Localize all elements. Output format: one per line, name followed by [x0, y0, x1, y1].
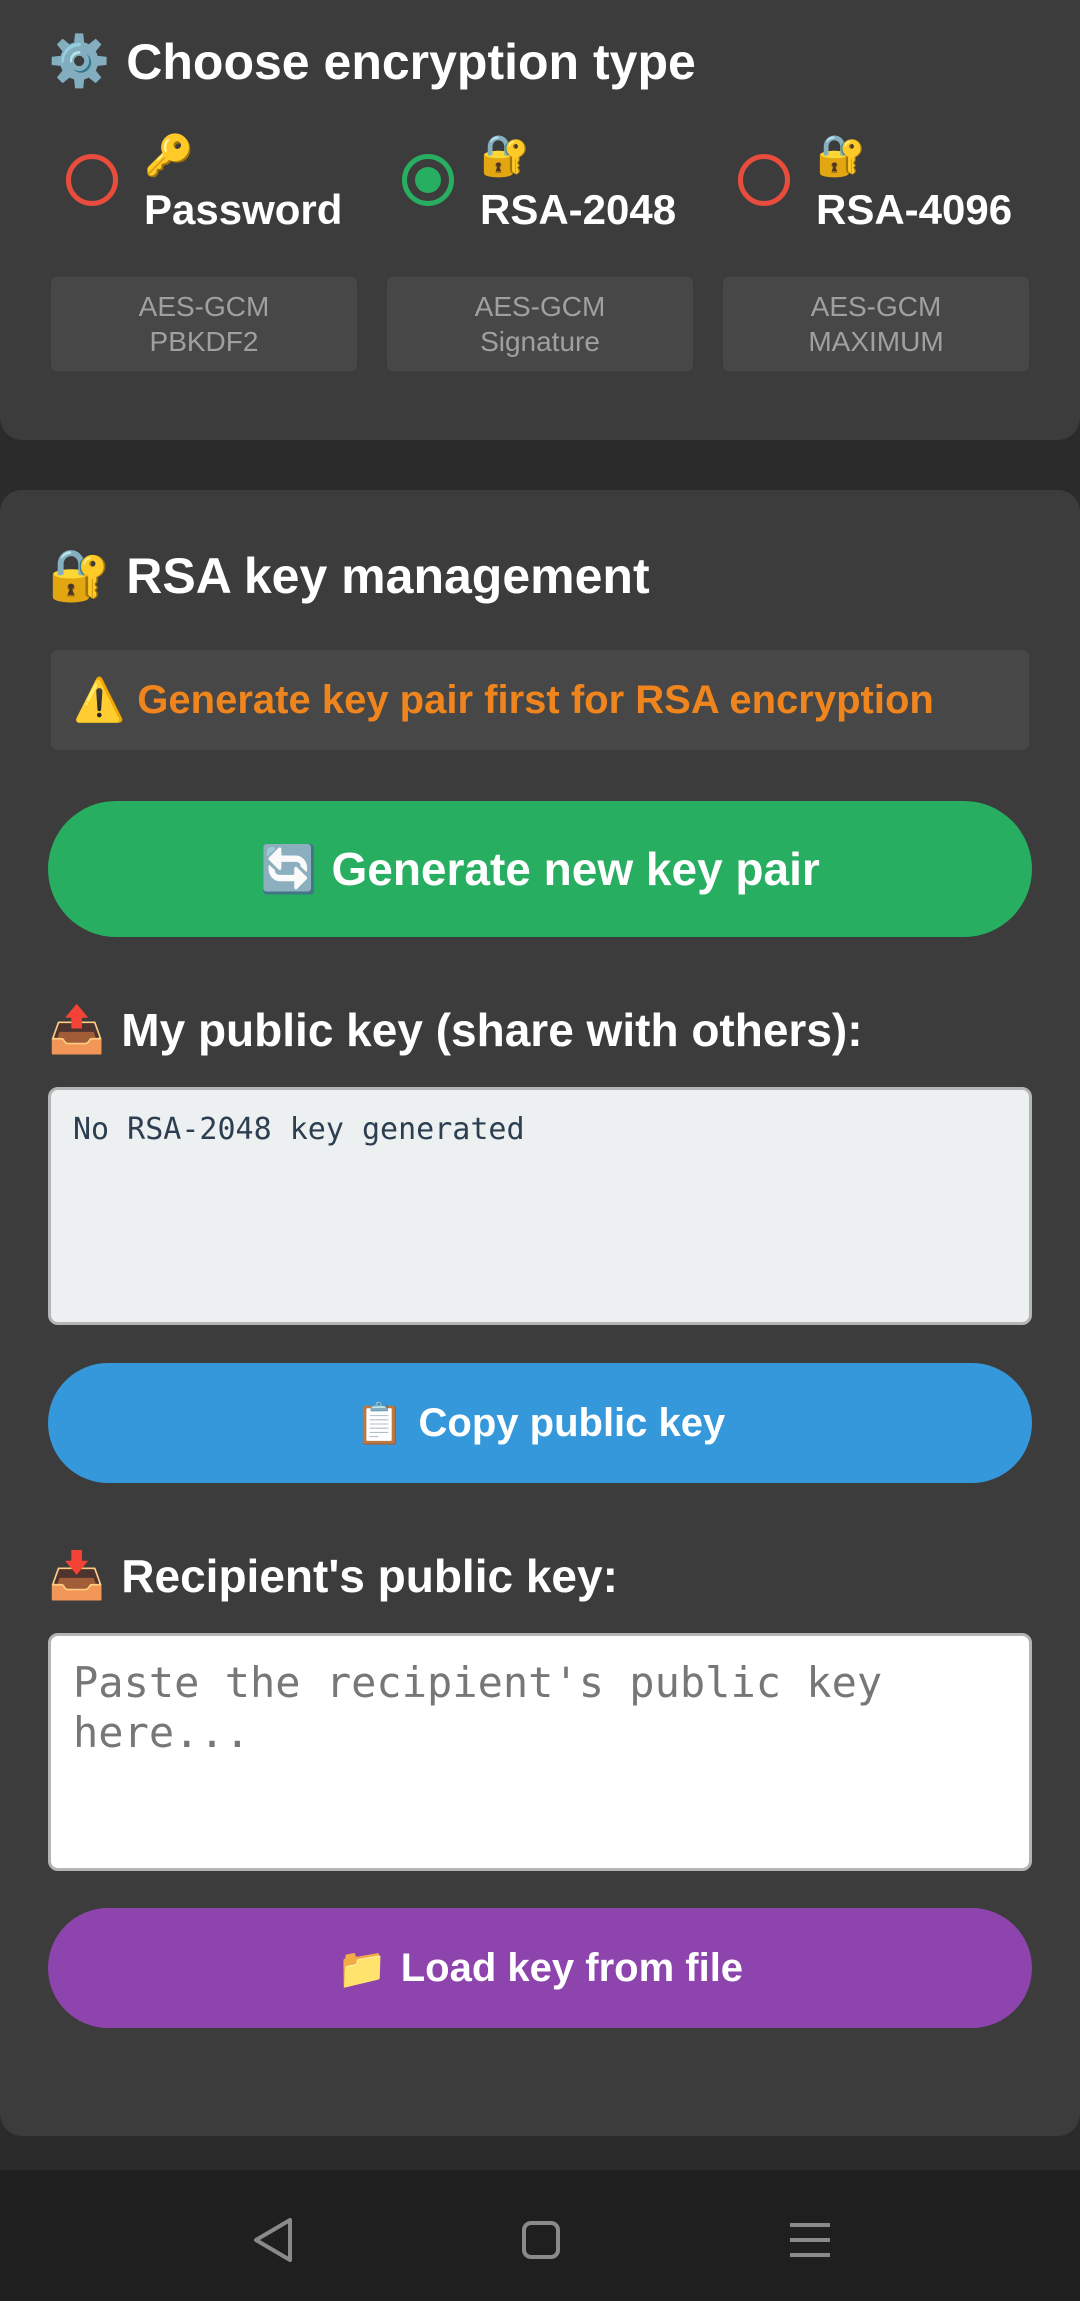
option-detail-line: MAXIMUM	[808, 326, 944, 357]
public-key-title: My public key (share with others):	[121, 1003, 863, 1056]
locked-key-icon: 🔐	[48, 546, 111, 604]
outbox-tray-icon: 📤	[48, 1002, 106, 1056]
generate-key-pair-button[interactable]: 🔄 Generate new key pair	[48, 801, 1032, 937]
public-key-textarea[interactable]: No RSA-2048 key generated	[48, 1087, 1032, 1325]
option-details-password: AES-GCM PBKDF2	[51, 277, 357, 371]
generate-key-pair-label: Generate new key pair	[331, 843, 820, 895]
option-detail-line: PBKDF2	[149, 326, 259, 357]
load-key-from-file-button[interactable]: 📁 Load key from file	[48, 1908, 1032, 2028]
copy-public-key-button[interactable]: 📋 Copy public key	[48, 1363, 1032, 1483]
inbox-tray-icon: 📥	[48, 1548, 106, 1602]
gear-icon: ⚙️	[48, 32, 111, 90]
system-navigation-bar	[0, 2170, 1080, 2301]
warning-banner: ⚠️ Generate key pair first for RSA encry…	[51, 650, 1029, 750]
radio-button-rsa-2048[interactable]	[402, 154, 454, 206]
key-icon: 🔑	[144, 133, 194, 179]
warning-text: Generate key pair first for RSA encrypti…	[137, 677, 934, 722]
menu-lines-icon[interactable]	[780, 2210, 840, 2270]
option-details-rsa-2048: AES-GCM Signature	[387, 277, 693, 371]
locked-key-icon: 🔐	[816, 133, 866, 179]
option-detail-line: AES-GCM	[474, 291, 606, 322]
option-label-password: Password	[144, 186, 343, 233]
warning-icon: ⚠️	[73, 675, 126, 724]
recipient-key-heading: 📥 Recipient's public key:	[48, 1548, 618, 1603]
back-triangle-icon[interactable]	[242, 2210, 302, 2270]
folder-icon: 📁	[336, 1945, 387, 1992]
locked-key-icon: 🔐	[480, 133, 530, 179]
copy-public-key-label: Copy public key	[418, 1400, 726, 1445]
home-square-icon[interactable]	[511, 2210, 571, 2270]
option-detail-line: Signature	[480, 326, 600, 357]
recipient-key-title: Recipient's public key:	[121, 1549, 618, 1602]
load-key-from-file-label: Load key from file	[400, 1945, 744, 1990]
clipboard-icon: 📋	[354, 1400, 405, 1447]
option-label-rsa-4096: RSA-4096	[816, 186, 1013, 233]
encryption-type-card: ⚙️ Choose encryption type 🔑 Password 🔐 R…	[0, 0, 1080, 440]
recipient-key-input[interactable]: Paste the recipient's public key here...	[48, 1633, 1032, 1871]
public-key-heading: 📤 My public key (share with others):	[48, 1002, 863, 1057]
option-detail-line: AES-GCM	[810, 291, 942, 322]
option-detail-line: AES-GCM	[138, 291, 270, 322]
radio-button-password[interactable]	[66, 154, 118, 206]
rsa-key-management-title: RSA key management	[126, 547, 650, 604]
encryption-type-title: Choose encryption type	[126, 33, 696, 90]
option-details-rsa-4096: AES-GCM MAXIMUM	[723, 277, 1029, 371]
refresh-icon: 🔄	[260, 841, 318, 896]
option-label-rsa-2048: RSA-2048	[480, 186, 677, 233]
encryption-type-heading: ⚙️ Choose encryption type	[48, 32, 696, 91]
rsa-key-management-heading: 🔐 RSA key management	[48, 546, 650, 605]
radio-button-rsa-4096[interactable]	[738, 154, 790, 206]
